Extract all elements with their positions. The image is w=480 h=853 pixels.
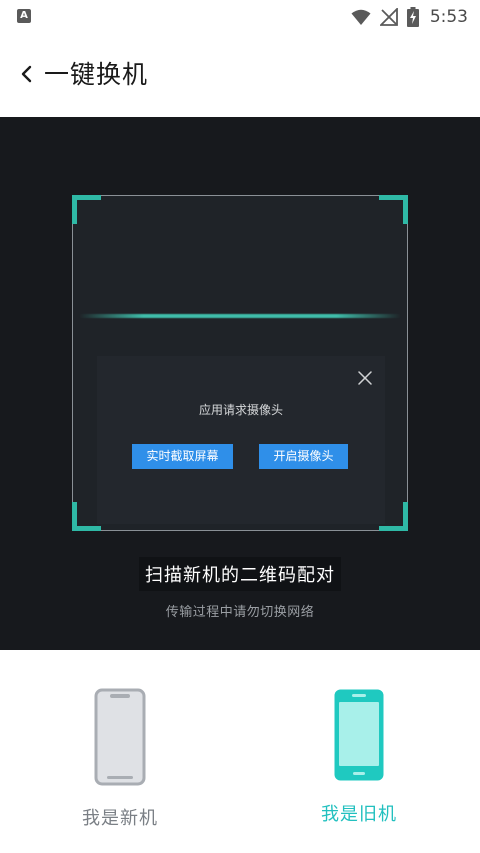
new-phone-label: 我是新机 — [82, 808, 158, 829]
app-notification-icon: A — [17, 9, 31, 23]
new-phone-option[interactable]: 我是新机 — [30, 688, 210, 830]
camera-permission-dialog: 应用请求摄像头 实时截取屏幕 开启摄像头 — [97, 356, 385, 524]
page-title: 一键换机 — [44, 60, 149, 89]
phone-selected-icon — [334, 689, 384, 781]
scan-frame: 应用请求摄像头 实时截取屏幕 开启摄像头 — [72, 195, 408, 531]
app-header: 一键换机 — [0, 34, 480, 117]
scan-corner-top-left — [72, 195, 101, 224]
scan-corner-top-right — [379, 195, 408, 224]
chevron-left-icon[interactable] — [14, 60, 42, 88]
screen-capture-button[interactable]: 实时截取屏幕 — [132, 444, 233, 469]
close-icon[interactable] — [357, 370, 373, 386]
scan-line — [79, 314, 401, 318]
old-phone-option[interactable]: 我是旧机 — [269, 688, 449, 826]
open-camera-button[interactable]: 开启摄像头 — [259, 444, 348, 469]
scan-instruction: 扫描新机的二维码配对 — [0, 557, 480, 591]
status-time: 5:53 — [429, 7, 468, 27]
scan-instruction-text: 扫描新机的二维码配对 — [139, 557, 341, 591]
dialog-message: 应用请求摄像头 — [198, 403, 283, 417]
old-phone-label: 我是旧机 — [321, 804, 397, 825]
battery-charging-icon — [406, 7, 419, 27]
phone-outline-icon — [94, 688, 146, 786]
status-icons: 5:53 — [351, 6, 468, 28]
status-bar: A 5:53 — [0, 0, 480, 34]
qr-scanner-area: 应用请求摄像头 实时截取屏幕 开启摄像头 扫描新机的二维码配对 传输过程中请勿切… — [0, 117, 480, 650]
no-signal-icon — [379, 8, 398, 26]
wifi-icon — [351, 9, 371, 25]
scan-hint: 传输过程中请勿切换网络 — [165, 605, 315, 620]
